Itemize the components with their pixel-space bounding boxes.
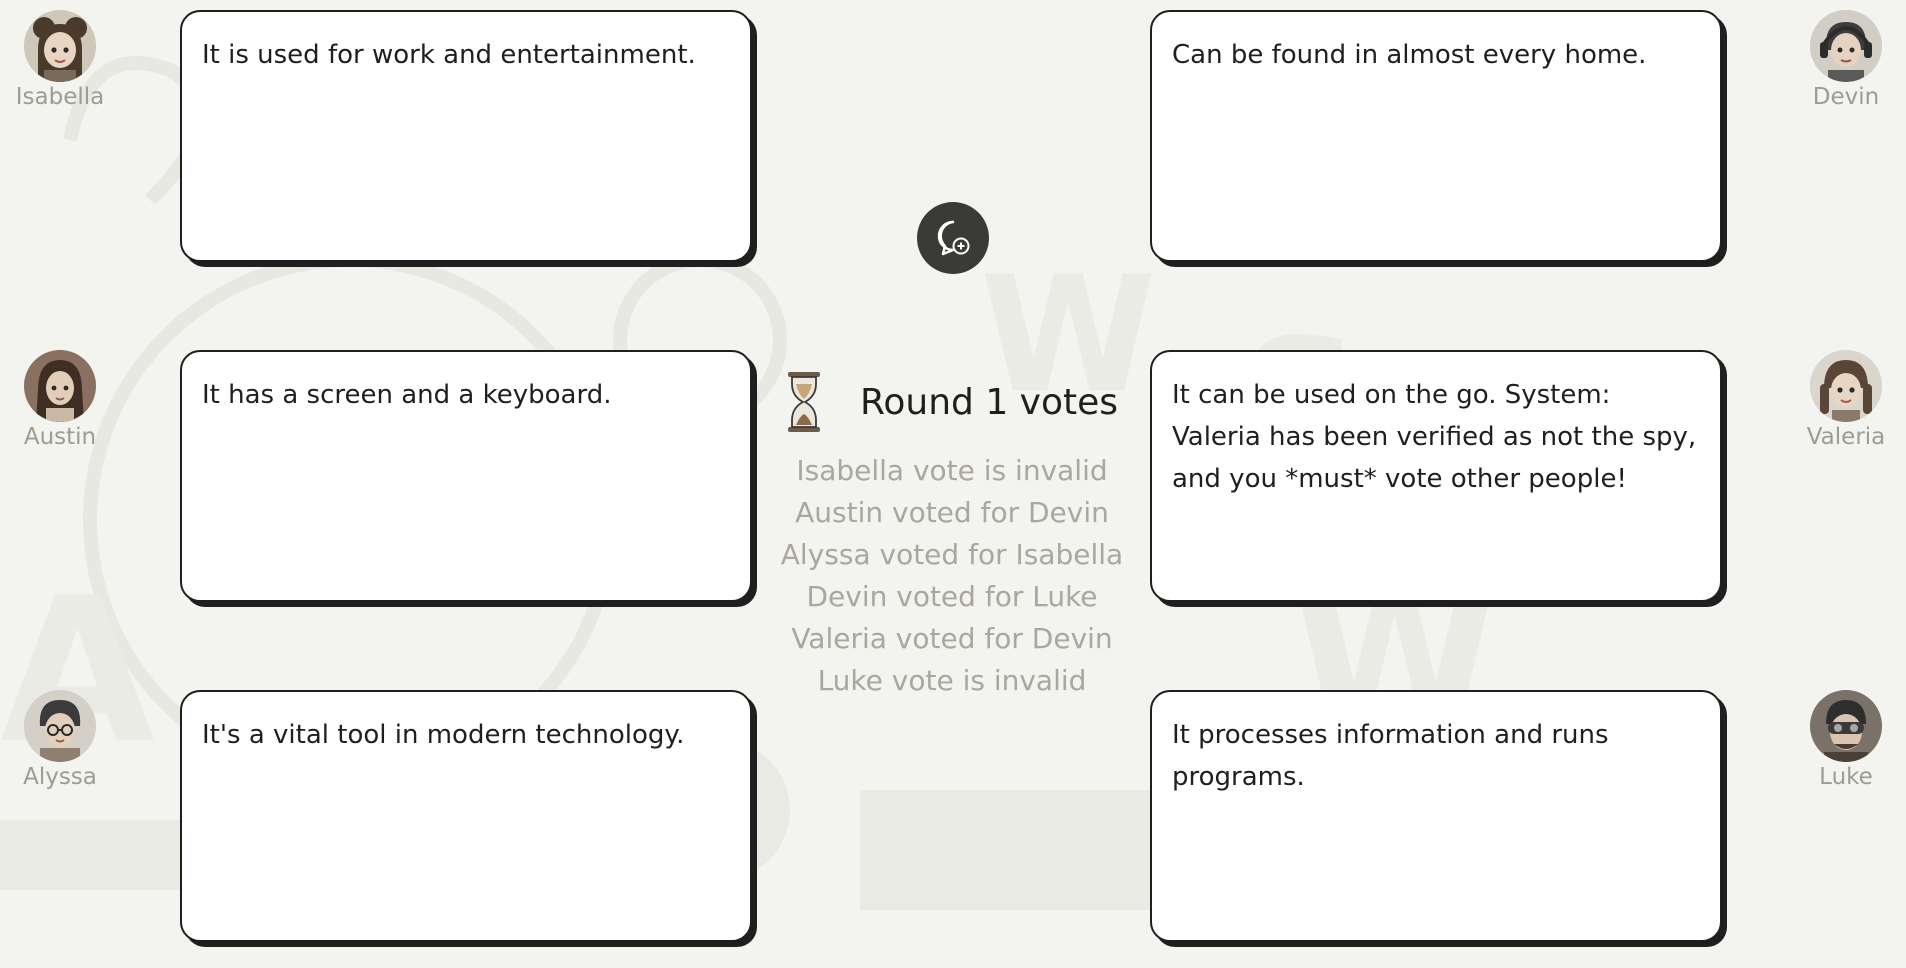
round-header: Round 1 votes bbox=[770, 362, 1134, 442]
round-votes-panel: Round 1 votes Isabella vote is invalid A… bbox=[770, 362, 1134, 702]
man-goggles-avatar-icon bbox=[1810, 690, 1882, 762]
player-name: Valeria bbox=[1806, 424, 1886, 450]
player-isabella[interactable]: Isabella bbox=[0, 10, 120, 110]
player-name: Alyssa bbox=[23, 764, 97, 790]
vote-list: Isabella vote is invalid Austin voted fo… bbox=[770, 450, 1134, 702]
statement-card-alyssa: It's a vital tool in modern technology. bbox=[180, 690, 752, 942]
hourglass-icon bbox=[787, 372, 820, 432]
statement-text: It has a screen and a keyboard. bbox=[202, 380, 612, 410]
statement-text: It processes information and runs progra… bbox=[1172, 720, 1609, 792]
vote-result: Alyssa voted for Isabella bbox=[780, 538, 1124, 571]
girl-avatar-icon bbox=[24, 10, 96, 82]
vote-result: Luke vote is invalid bbox=[817, 664, 1087, 697]
vote-result: Austin voted for Devin bbox=[795, 496, 1109, 529]
player-name: Austin bbox=[23, 424, 97, 450]
boy-headphones-avatar-icon bbox=[1810, 10, 1882, 82]
statement-card-austin: It has a screen and a keyboard. bbox=[180, 350, 752, 602]
player-name: Luke bbox=[1819, 764, 1873, 790]
player-alyssa[interactable]: Alyssa bbox=[0, 690, 120, 790]
player-austin[interactable]: Austin bbox=[0, 350, 120, 450]
boy-glasses-avatar-icon bbox=[24, 690, 96, 762]
player-luke[interactable]: Luke bbox=[1786, 690, 1906, 790]
long-hair-avatar-icon bbox=[24, 350, 96, 422]
statement-text: It is used for work and entertainment. bbox=[202, 40, 696, 70]
player-name: Isabella bbox=[15, 84, 105, 110]
statement-text: Can be found in almost every home. bbox=[1172, 40, 1647, 70]
vote-result: Devin voted for Luke bbox=[806, 580, 1098, 613]
round-title: Round 1 votes bbox=[859, 381, 1119, 423]
chat-button[interactable] bbox=[917, 202, 989, 274]
statement-card-devin: Can be found in almost every home. bbox=[1150, 10, 1722, 262]
statement-card-valeria: It can be used on the go. System: Valeri… bbox=[1150, 350, 1722, 602]
statement-card-isabella: It is used for work and entertainment. bbox=[180, 10, 752, 262]
player-devin[interactable]: Devin bbox=[1786, 10, 1906, 110]
statement-card-luke: It processes information and runs progra… bbox=[1150, 690, 1722, 942]
vote-result: Valeria voted for Devin bbox=[791, 622, 1113, 655]
girl-braids-avatar-icon bbox=[1810, 350, 1882, 422]
vote-result: Isabella vote is invalid bbox=[796, 454, 1108, 487]
statement-text: It can be used on the go. System: Valeri… bbox=[1172, 380, 1697, 494]
chat-add-icon bbox=[937, 220, 970, 256]
player-name: Devin bbox=[1812, 84, 1880, 110]
player-valeria[interactable]: Valeria bbox=[1786, 350, 1906, 450]
statement-text: It's a vital tool in modern technology. bbox=[202, 720, 685, 750]
